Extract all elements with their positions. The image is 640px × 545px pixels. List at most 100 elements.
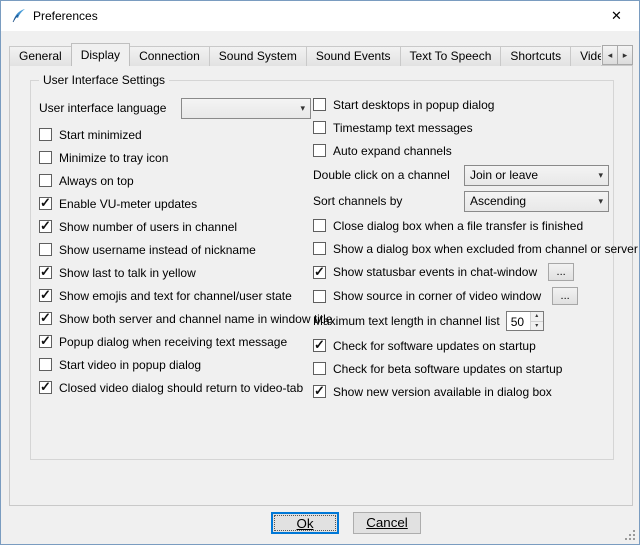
checkbox-box[interactable]	[313, 385, 326, 398]
double-click-label: Double click on a channel	[313, 168, 464, 182]
window-title: Preferences	[33, 9, 98, 23]
checkbox-box[interactable]	[313, 266, 326, 279]
checkbox-label: Auto expand channels	[333, 144, 452, 158]
tab-sound-events[interactable]: Sound Events	[306, 46, 401, 66]
checkbox-new-version-dialog[interactable]: Show new version available in dialog box	[313, 380, 609, 403]
group-title: User Interface Settings	[39, 73, 169, 87]
checkbox-desktops-popup[interactable]: Start desktops in popup dialog	[313, 93, 609, 116]
checkbox-label: Enable VU-meter updates	[59, 197, 197, 211]
statusbar-events-config-button[interactable]: ...	[548, 263, 574, 281]
checkbox-video-source-corner[interactable]: Show source in corner of video window ..…	[313, 284, 609, 308]
cancel-button-label: Cancel	[366, 515, 408, 530]
checkbox-box[interactable]	[39, 220, 52, 233]
sort-channels-value: Ascending	[470, 194, 596, 208]
tab-connection[interactable]: Connection	[129, 46, 210, 66]
checkbox-box[interactable]	[313, 98, 326, 111]
checkbox-box[interactable]	[39, 151, 52, 164]
max-text-length-value: 50	[507, 312, 530, 330]
sort-channels-select[interactable]: Ascending ▾	[464, 191, 609, 212]
checkbox-label: Show a dialog box when excluded from cha…	[333, 242, 638, 256]
language-select[interactable]: ▾	[181, 98, 311, 119]
max-text-length-row: Maximum text length in channel list 50 ▴…	[313, 308, 609, 334]
tab-display[interactable]: Display	[71, 43, 130, 66]
checkbox-beta-updates[interactable]: Check for beta software updates on start…	[313, 357, 609, 380]
language-row: User interface language ▾	[39, 95, 311, 121]
tab-scroll-right-icon[interactable]: ▸	[617, 45, 633, 65]
checkbox-label: Show last to talk in yellow	[59, 266, 196, 280]
checkbox-timestamp-messages[interactable]: Timestamp text messages	[313, 116, 609, 139]
checkbox-start-minimized[interactable]: Start minimized	[39, 123, 311, 146]
cancel-button[interactable]: Cancel	[353, 512, 421, 534]
checkbox-label: Show statusbar events in chat-window	[333, 265, 537, 279]
checkbox-box[interactable]	[313, 144, 326, 157]
checkbox-box[interactable]	[313, 290, 326, 303]
checkbox-close-on-transfer[interactable]: Close dialog box when a file transfer is…	[313, 214, 609, 237]
checkbox-box[interactable]	[313, 339, 326, 352]
checkbox-box[interactable]	[39, 312, 52, 325]
max-text-length-spinner[interactable]: 50 ▴ ▾	[506, 311, 544, 331]
double-click-select[interactable]: Join or leave ▾	[464, 165, 609, 186]
checkbox-server-channel-in-title[interactable]: Show both server and channel name in win…	[39, 307, 311, 330]
checkbox-label: Timestamp text messages	[333, 121, 473, 135]
checkbox-label: Show source in corner of video window	[333, 289, 541, 303]
checkbox-minimize-to-tray[interactable]: Minimize to tray icon	[39, 146, 311, 169]
checkbox-show-username[interactable]: Show username instead of nickname	[39, 238, 311, 261]
checkbox-box[interactable]	[39, 197, 52, 210]
checkbox-box[interactable]	[313, 121, 326, 134]
resize-grip[interactable]	[623, 528, 636, 541]
max-text-length-label: Maximum text length in channel list	[313, 314, 500, 328]
checkbox-vu-meter-updates[interactable]: Enable VU-meter updates	[39, 192, 311, 215]
checkbox-box[interactable]	[313, 219, 326, 232]
tab-general[interactable]: General	[9, 46, 72, 66]
checkbox-box[interactable]	[313, 362, 326, 375]
spin-up-icon[interactable]: ▴	[531, 312, 543, 322]
video-source-config-button[interactable]: ...	[552, 287, 578, 305]
checkbox-box[interactable]	[39, 381, 52, 394]
checkbox-label: Check for software updates on startup	[333, 339, 536, 353]
spinner-buttons: ▴ ▾	[530, 312, 543, 330]
checkbox-box[interactable]	[39, 289, 52, 302]
tab-video[interactable]: Video	[570, 46, 601, 66]
checkbox-auto-expand-channels[interactable]: Auto expand channels	[313, 139, 609, 162]
tab-scroll-left-icon[interactable]: ◂	[602, 45, 618, 65]
checkbox-label: Show number of users in channel	[59, 220, 237, 234]
chevron-down-icon: ▾	[596, 196, 605, 207]
checkbox-label: Always on top	[59, 174, 134, 188]
checkbox-label: Start desktops in popup dialog	[333, 98, 494, 112]
checkbox-box[interactable]	[39, 358, 52, 371]
checkbox-box[interactable]	[39, 128, 52, 141]
checkbox-box[interactable]	[39, 243, 52, 256]
spin-down-icon[interactable]: ▾	[531, 322, 543, 331]
app-icon	[10, 8, 26, 24]
checkbox-box[interactable]	[39, 335, 52, 348]
checkbox-popup-text-message[interactable]: Popup dialog when receiving text message	[39, 330, 311, 353]
checkbox-show-user-count[interactable]: Show number of users in channel	[39, 215, 311, 238]
tab-sound-system[interactable]: Sound System	[209, 46, 307, 66]
close-button[interactable]: ✕	[594, 1, 639, 30]
checkbox-last-talk-yellow[interactable]: Show last to talk in yellow	[39, 261, 311, 284]
checkbox-label: Show emojis and text for channel/user st…	[59, 289, 292, 303]
chevron-down-icon: ▾	[298, 103, 307, 114]
tab-text-to-speech[interactable]: Text To Speech	[400, 46, 502, 66]
ok-button-label: Ok	[296, 516, 313, 531]
title-bar[interactable]: Preferences ✕	[1, 1, 639, 31]
checkbox-show-emojis[interactable]: Show emojis and text for channel/user st…	[39, 284, 311, 307]
checkbox-video-return-tab[interactable]: Closed video dialog should return to vid…	[39, 376, 311, 399]
checkbox-statusbar-events[interactable]: Show statusbar events in chat-window ...	[313, 260, 609, 284]
sort-channels-row: Sort channels by Ascending ▾	[313, 188, 609, 214]
checkbox-box[interactable]	[313, 242, 326, 255]
group-user-interface-settings: User Interface Settings User interface l…	[30, 80, 614, 460]
ok-button[interactable]: Ok	[271, 512, 339, 534]
checkbox-always-on-top[interactable]: Always on top	[39, 169, 311, 192]
checkbox-box[interactable]	[39, 174, 52, 187]
double-click-value: Join or leave	[470, 168, 596, 182]
checkbox-label: Close dialog box when a file transfer is…	[333, 219, 583, 233]
checkbox-box[interactable]	[39, 266, 52, 279]
tab-shortcuts[interactable]: Shortcuts	[500, 46, 571, 66]
checkbox-label: Show both server and channel name in win…	[59, 312, 333, 326]
checkbox-check-updates[interactable]: Check for software updates on startup	[313, 334, 609, 357]
checkbox-video-popup[interactable]: Start video in popup dialog	[39, 353, 311, 376]
close-icon: ✕	[611, 8, 622, 24]
checkbox-excluded-dialog[interactable]: Show a dialog box when excluded from cha…	[313, 237, 609, 260]
checkbox-label: Closed video dialog should return to vid…	[59, 381, 303, 395]
